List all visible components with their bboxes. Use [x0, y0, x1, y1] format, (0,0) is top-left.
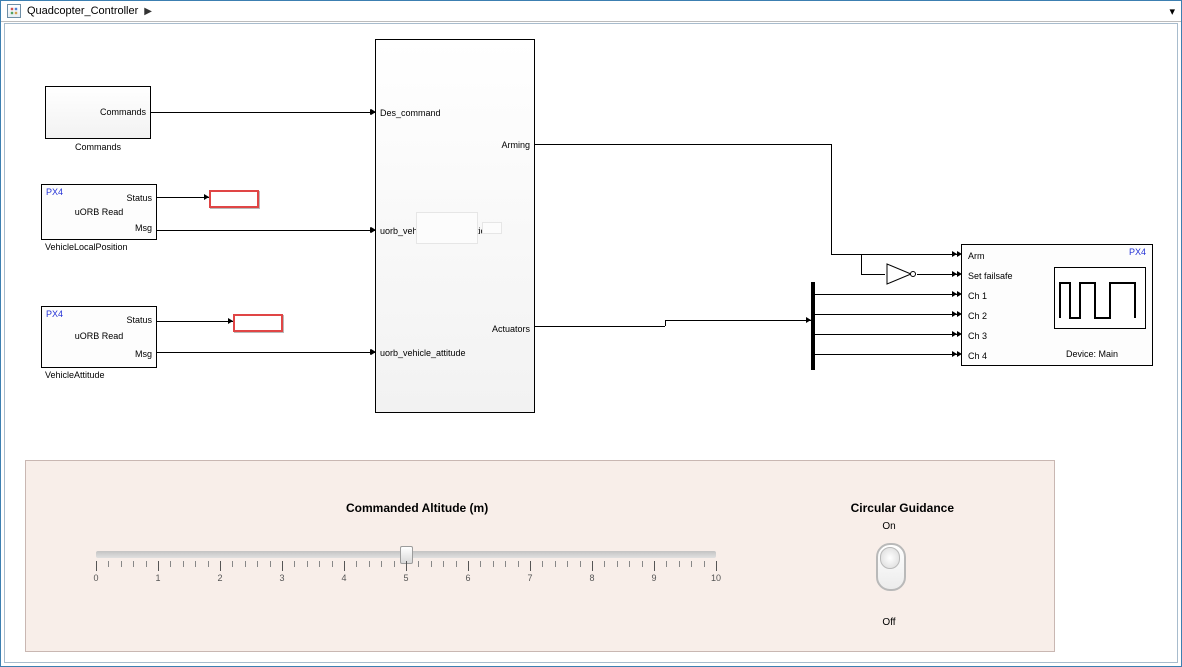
breadcrumb-chevron-icon[interactable]: ▶ [144, 6, 152, 17]
block-uorb-read-1[interactable]: PX4 uORB Read Status Msg [41, 184, 157, 240]
port-label-msg: Msg [135, 223, 152, 233]
ghost-inner-block [482, 222, 502, 234]
altitude-slider[interactable] [96, 551, 716, 558]
block-px4-output[interactable]: PX4 Arm Set failsafe Ch 1 Ch 2 Ch 3 Ch 4… [961, 244, 1153, 366]
model-menu-caret-icon[interactable]: ▾ [1169, 5, 1175, 18]
port-label-ch1: Ch 1 [968, 291, 987, 301]
toggle-knob[interactable] [880, 547, 900, 569]
breadcrumb-bar: Quadcopter_Controller ▶ ▾ [1, 1, 1181, 22]
block-caption-commands: Commands [75, 142, 121, 152]
block-caption-uorb1: VehicleLocalPosition [45, 242, 128, 252]
toggle-title: Circular Guidance [851, 501, 954, 515]
model-icon [7, 4, 21, 18]
toggle-on-label: On [882, 521, 895, 532]
port-label-arm: Arm [968, 251, 985, 261]
vendor-label: PX4 [46, 187, 63, 197]
block-caption-device: Device: Main [1066, 349, 1118, 359]
diagram-canvas[interactable]: Commands Commands PX4 uORB Read Status M… [4, 23, 1178, 663]
block-display-2[interactable] [233, 314, 283, 332]
block-demux[interactable] [811, 282, 815, 370]
port-label-in1: Des_command [380, 108, 441, 118]
block-not-gate[interactable] [885, 262, 917, 286]
toggle-off-label: Off [882, 617, 895, 628]
block-title: uORB Read [75, 207, 124, 217]
slider-title: Commanded Altitude (m) [346, 501, 488, 515]
port-label-status: Status [126, 193, 152, 203]
block-title: uORB Read [75, 331, 124, 341]
port-label-ch3: Ch 3 [968, 331, 987, 341]
port-label-out2: Actuators [492, 324, 530, 334]
port-label-ch4: Ch 4 [968, 351, 987, 361]
port-label-ch2: Ch 2 [968, 311, 987, 321]
port-label: Commands [100, 107, 146, 117]
block-display-1[interactable] [209, 190, 259, 208]
ghost-inner-block [416, 212, 478, 244]
port-label-status: Status [126, 315, 152, 325]
pwm-waveform-icon [1054, 267, 1146, 329]
block-caption-uorb2: VehicleAttitude [45, 370, 105, 380]
block-commands[interactable]: Commands [45, 86, 151, 139]
dashboard-panel: Commanded Altitude (m) 012345678910 Circ… [25, 460, 1055, 652]
model-window: Quadcopter_Controller ▶ ▾ Commands Comma… [0, 0, 1182, 667]
port-label-msg: Msg [135, 349, 152, 359]
vendor-label: PX4 [46, 309, 63, 319]
vendor-label: PX4 [1129, 247, 1146, 257]
circular-guidance-toggle[interactable] [876, 543, 906, 591]
port-label-failsafe: Set failsafe [968, 271, 1013, 281]
port-label-out1: Arming [501, 140, 530, 150]
block-controller-subsystem[interactable]: Des_command uorb_vehicle_local_position … [375, 39, 535, 413]
breadcrumb-model-name[interactable]: Quadcopter_Controller [27, 5, 138, 17]
port-label-in3: uorb_vehicle_attitude [380, 348, 466, 358]
block-uorb-read-2[interactable]: PX4 uORB Read Status Msg [41, 306, 157, 368]
